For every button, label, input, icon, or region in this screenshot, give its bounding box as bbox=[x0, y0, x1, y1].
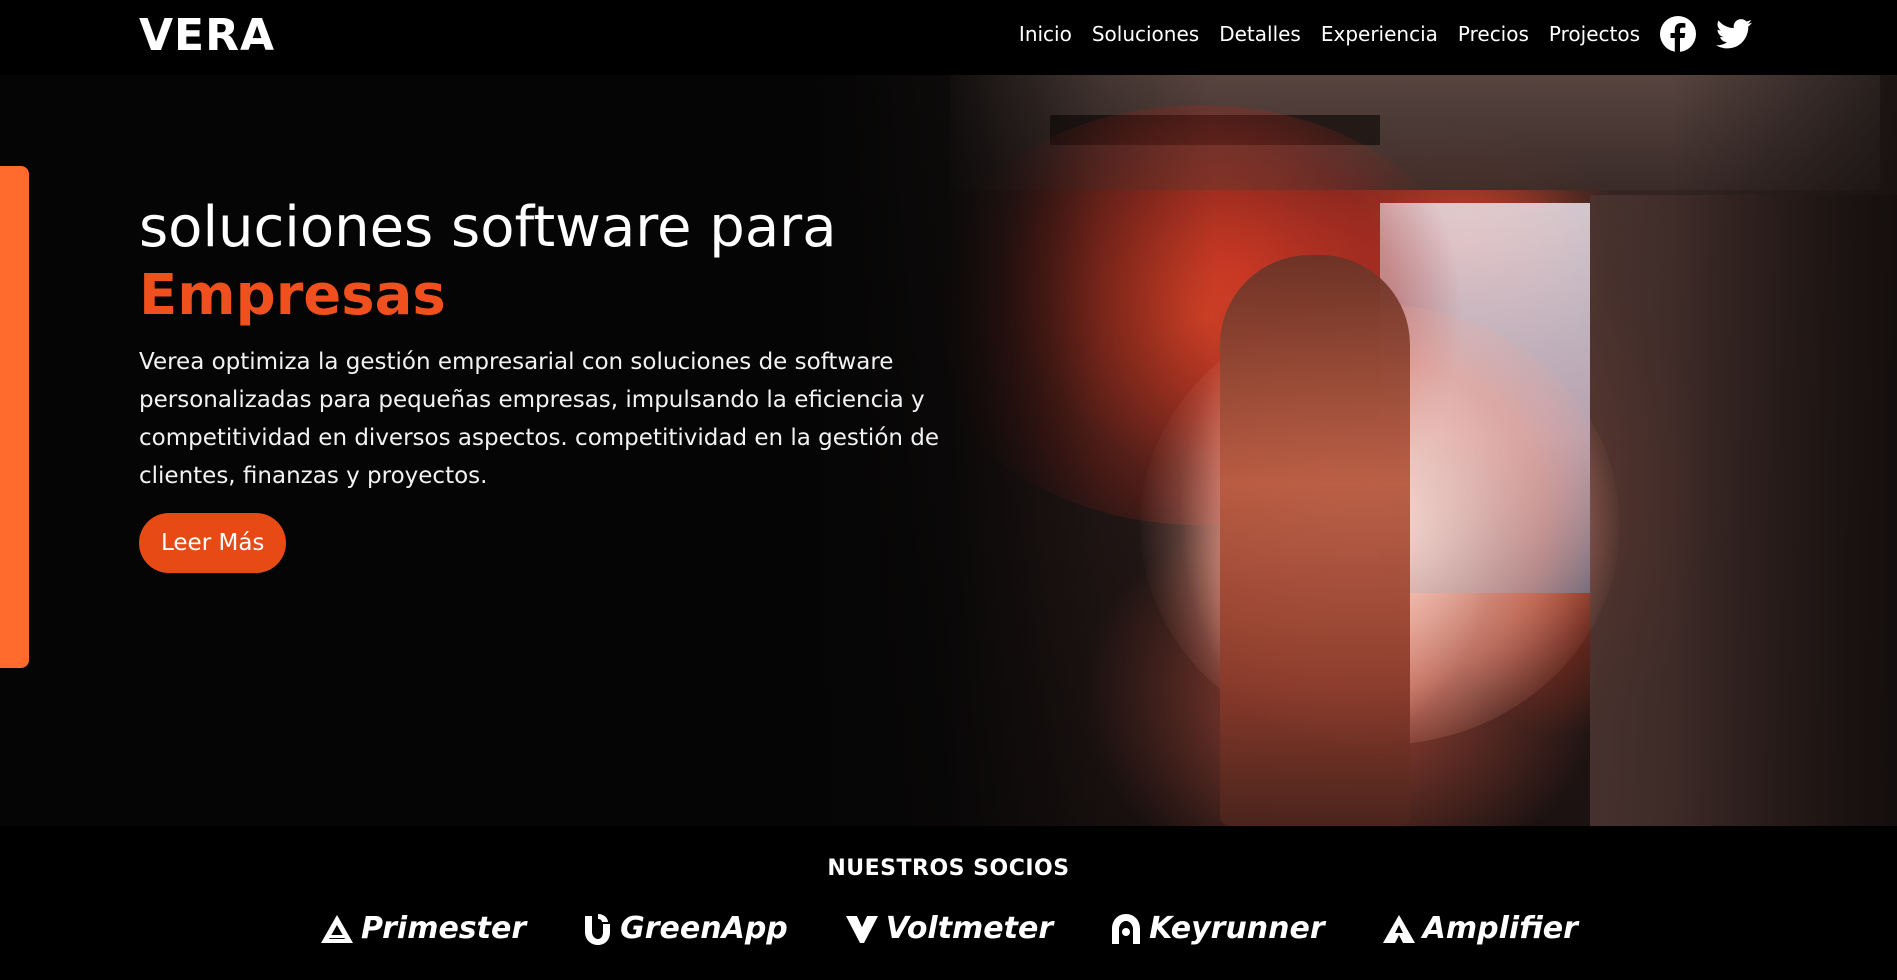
side-accent-bar bbox=[0, 166, 29, 668]
primester-logo-icon bbox=[321, 914, 354, 943]
voltmeter-logo-icon bbox=[845, 915, 878, 943]
partner-name: GreenApp bbox=[620, 911, 788, 946]
partners-title: NUESTROS SOCIOS bbox=[827, 856, 1070, 881]
read-more-button[interactable]: Leer Más bbox=[139, 513, 287, 573]
nav-link-inicio[interactable]: Inicio bbox=[1019, 22, 1072, 46]
partners-logos: Primester GreenApp Voltmeter Keyrunner A… bbox=[0, 911, 1897, 946]
nav-link-experiencia[interactable]: Experiencia bbox=[1321, 22, 1438, 46]
partner-greenapp[interactable]: GreenApp bbox=[582, 911, 788, 946]
hero-section: soluciones software para Empresas Verea … bbox=[0, 75, 1897, 826]
nav-link-precios[interactable]: Precios bbox=[1458, 22, 1529, 46]
facebook-icon[interactable] bbox=[1660, 16, 1696, 52]
partners-section: NUESTROS SOCIOS Primester GreenApp Voltm… bbox=[0, 826, 1897, 980]
hero-content: soluciones software para Empresas Verea … bbox=[139, 193, 959, 573]
partner-voltmeter[interactable]: Voltmeter bbox=[844, 911, 1053, 946]
logo[interactable]: VERA bbox=[139, 14, 275, 58]
keyrunner-logo-icon bbox=[1112, 913, 1141, 944]
twitter-icon[interactable] bbox=[1716, 19, 1752, 49]
nav-link-projectos[interactable]: Projectos bbox=[1549, 22, 1640, 46]
nav-link-soluciones[interactable]: Soluciones bbox=[1092, 22, 1199, 46]
amplifier-logo-icon bbox=[1382, 914, 1415, 943]
logo-text: VERA bbox=[139, 10, 276, 61]
nav-link-detalles[interactable]: Detalles bbox=[1219, 22, 1301, 46]
partner-name: Amplifier bbox=[1422, 911, 1578, 946]
partner-amplifier[interactable]: Amplifier bbox=[1381, 911, 1578, 946]
partner-primester[interactable]: Primester bbox=[319, 911, 526, 946]
partner-keyrunner[interactable]: Keyrunner bbox=[1109, 911, 1325, 946]
hero-description: Verea optimiza la gestión empresarial co… bbox=[139, 349, 940, 489]
hero-title: soluciones software para bbox=[139, 195, 837, 260]
partner-name: Keyrunner bbox=[1149, 911, 1325, 946]
main-nav: Inicio Soluciones Detalles Experiencia P… bbox=[999, 14, 1752, 54]
site-header: VERA Inicio Soluciones Detalles Experien… bbox=[0, 0, 1897, 75]
greenapp-logo-icon bbox=[585, 913, 611, 945]
hero-title-accent: Empresas bbox=[139, 263, 446, 328]
partner-name: Primester bbox=[361, 911, 527, 946]
partner-name: Voltmeter bbox=[885, 911, 1054, 946]
